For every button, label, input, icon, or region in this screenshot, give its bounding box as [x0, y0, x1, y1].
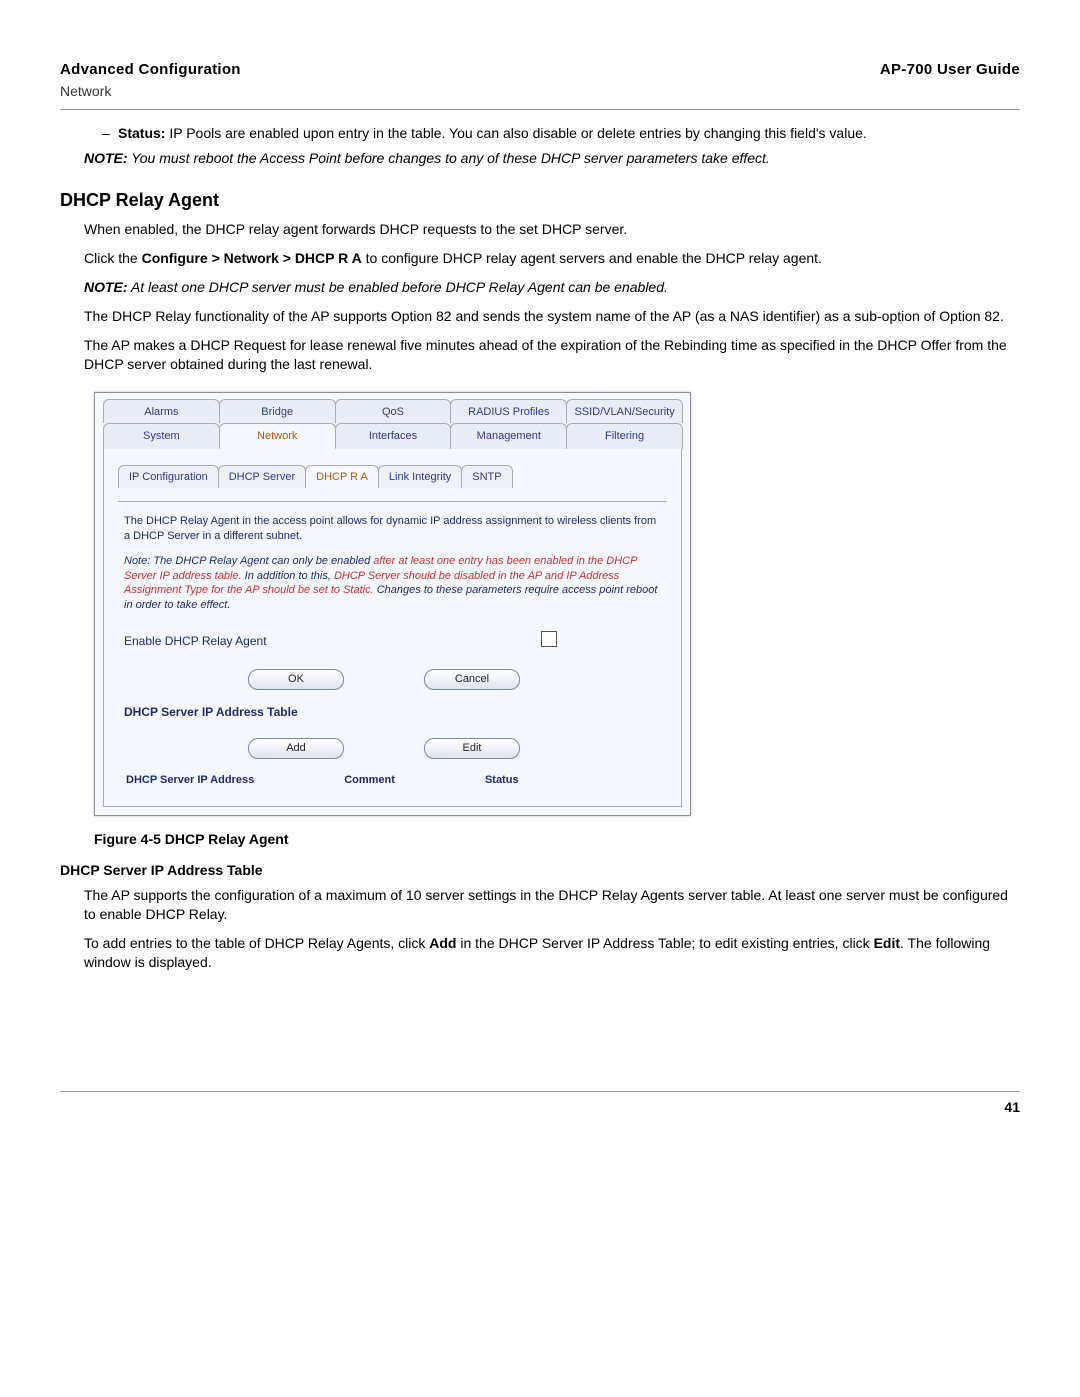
section-p3: The DHCP Relay functionality of the AP s… — [84, 307, 1020, 326]
col-comment: Comment — [344, 773, 395, 788]
subtab-link-integrity[interactable]: Link Integrity — [378, 465, 462, 488]
cancel-button[interactable]: Cancel — [424, 669, 520, 690]
status-label: Status: — [118, 125, 165, 141]
subsection-p2-edit: Edit — [874, 935, 900, 951]
status-list-item: – Status: IP Pools are enabled upon entr… — [102, 124, 1020, 143]
section-p2-bold: Configure > Network > DHCP R A — [142, 250, 362, 266]
tab-system[interactable]: System — [103, 423, 220, 449]
tab-ssid-vlan-security[interactable]: SSID/VLAN/Security — [566, 399, 683, 424]
edit-button[interactable]: Edit — [424, 738, 520, 759]
section-heading-dhcp-relay-agent: DHCP Relay Agent — [60, 188, 1020, 212]
header-title-left: Advanced Configuration — [60, 60, 241, 80]
add-button[interactable]: Add — [248, 738, 344, 759]
section-p4: The AP makes a DHCP Request for lease re… — [84, 336, 1020, 374]
tab-alarms[interactable]: Alarms — [103, 399, 220, 424]
col-dhcp-server-ip: DHCP Server IP Address — [126, 773, 254, 788]
subsection-p2-pre: To add entries to the table of DHCP Rela… — [84, 935, 429, 951]
enable-dhcp-relay-label: Enable DHCP Relay Agent — [124, 633, 541, 649]
dash-glyph: – — [102, 124, 118, 143]
panel-description: The DHCP Relay Agent in the access point… — [124, 514, 661, 544]
subsection-p1: The AP supports the configuration of a m… — [84, 886, 1020, 924]
subsection-p2-mid: in the DHCP Server IP Address Table; to … — [456, 935, 873, 951]
tab-interfaces[interactable]: Interfaces — [335, 423, 452, 449]
header-separator — [60, 109, 1020, 110]
subsection-p2-add: Add — [429, 935, 456, 951]
tab-filtering[interactable]: Filtering — [566, 423, 683, 449]
subtab-dhcp-ra[interactable]: DHCP R A — [305, 465, 379, 488]
note2: NOTE: At least one DHCP server must be e… — [84, 278, 1020, 297]
note2-text: At least one DHCP server must be enabled… — [128, 279, 668, 295]
header-sub-left: Network — [60, 82, 241, 101]
subsection-p2: To add entries to the table of DHCP Rela… — [84, 934, 1020, 972]
dhcp-server-ip-table-title: DHCP Server IP Address Table — [124, 704, 661, 720]
page-number: 41 — [60, 1098, 1020, 1117]
col-status: Status — [485, 773, 519, 788]
note1-label: NOTE: — [84, 150, 128, 166]
section-p2-pre: Click the — [84, 250, 142, 266]
screenshot-panel: Alarms Bridge QoS RADIUS Profiles SSID/V… — [94, 392, 691, 817]
enable-dhcp-relay-checkbox[interactable] — [541, 631, 557, 647]
section-p1: When enabled, the DHCP relay agent forwa… — [84, 220, 1020, 239]
subtab-dhcp-server[interactable]: DHCP Server — [218, 465, 306, 488]
ok-button[interactable]: OK — [248, 669, 344, 690]
tab-management[interactable]: Management — [450, 423, 567, 449]
section-p2-post: to configure DHCP relay agent servers an… — [362, 250, 822, 266]
panel-note: Note: The DHCP Relay Agent can only be e… — [124, 554, 661, 613]
subtab-sntp[interactable]: SNTP — [461, 465, 512, 488]
tab-bridge[interactable]: Bridge — [219, 399, 336, 424]
subtab-underline — [118, 501, 667, 502]
footer-separator — [60, 1091, 1020, 1092]
figure-caption: Figure 4-5 DHCP Relay Agent — [94, 830, 1020, 849]
tab-radius-profiles[interactable]: RADIUS Profiles — [450, 399, 567, 424]
subtab-ip-configuration[interactable]: IP Configuration — [118, 465, 219, 488]
panel-note-pre: Note: The DHCP Relay Agent can only be e… — [124, 555, 373, 567]
panel-note-mid: In addition to this, — [242, 570, 334, 582]
status-text: IP Pools are enabled upon entry in the t… — [165, 125, 866, 141]
note1-text: You must reboot the Access Point before … — [128, 150, 770, 166]
tab-network[interactable]: Network — [219, 423, 336, 449]
note2-label: NOTE: — [84, 279, 128, 295]
header-title-right: AP-700 User Guide — [880, 60, 1020, 101]
section-p2: Click the Configure > Network > DHCP R A… — [84, 249, 1020, 268]
tab-qos[interactable]: QoS — [335, 399, 452, 424]
subsection-heading-ip-table: DHCP Server IP Address Table — [60, 861, 1020, 880]
